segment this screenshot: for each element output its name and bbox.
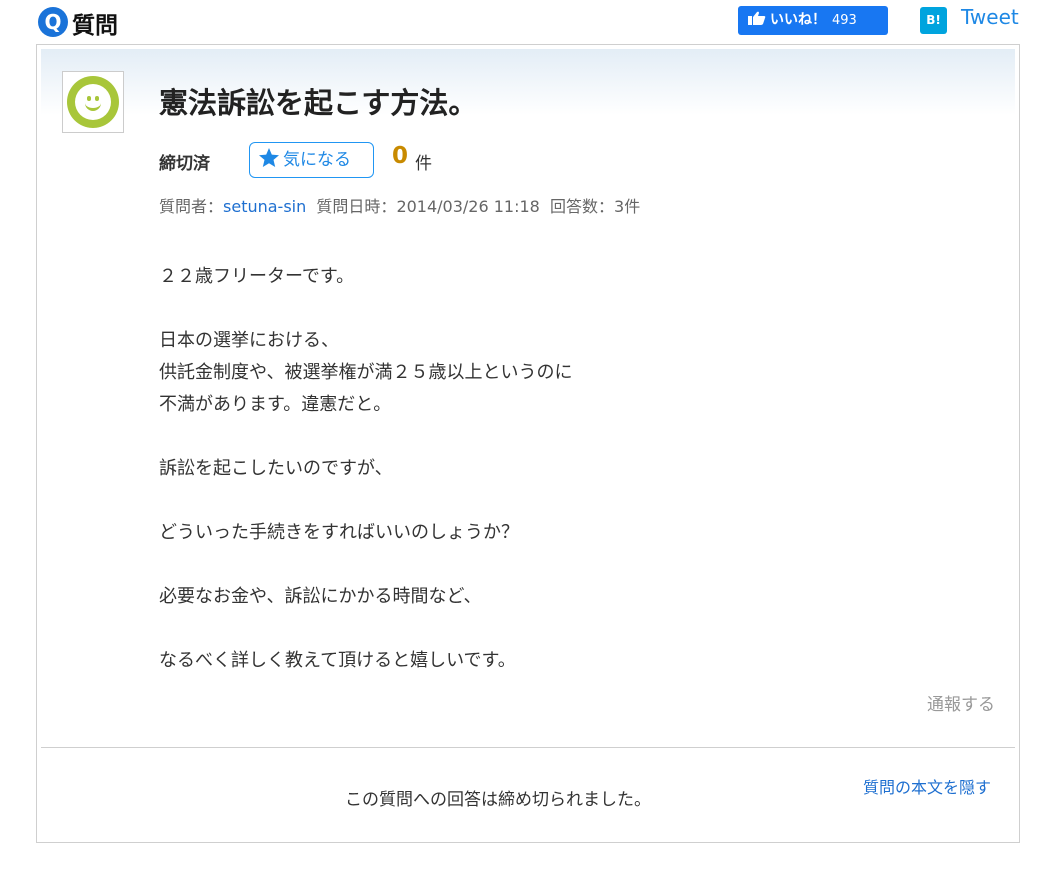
answers-label: 回答数： (550, 197, 615, 216)
watch-button[interactable]: 気になる (249, 142, 374, 178)
hide-body-link[interactable]: 質問の本文を隠す (863, 774, 991, 798)
question-body: ２２歳フリーターです。 日本の選挙における、 供託金制度や、被選挙権が満２５歳以… (159, 261, 999, 709)
date-label: 質問日時： (316, 197, 397, 216)
divider (41, 747, 1015, 748)
facebook-like-button[interactable]: いいね！ 493 (738, 6, 888, 35)
tweet-link[interactable]: Tweet (961, 5, 1019, 29)
body-line: ２２歳フリーターです。 (159, 266, 355, 287)
section-title: 質問 (72, 13, 118, 39)
body-paragraph: 日本の選挙における、 供託金制度や、被選挙権が満２５歳以上というのに 不満があり… (159, 325, 999, 421)
asker-link[interactable]: setuna-sin (223, 197, 306, 216)
question-date: 2014/03/26 11:18 (396, 197, 540, 216)
body-line: 必要なお金や、訴訟にかかる時間など、 (159, 586, 482, 607)
watch-label: 気になる (283, 150, 351, 170)
status-badge: 締切済 (159, 154, 210, 174)
smiley-icon (67, 76, 119, 128)
body-paragraph: ２２歳フリーターです。 (159, 261, 999, 293)
star-icon (259, 148, 279, 167)
body-paragraph: なるべく詳しく教えて頂けると嬉しいです。 (159, 645, 999, 677)
body-paragraph: 訴訟を起こしたいのですが、 (159, 453, 999, 485)
body-paragraph: どういった手続きをすればいいのしょうか？ (159, 517, 999, 549)
top-bar: Q 質問 いいね！ 493 B! Tweet (0, 0, 1055, 44)
thumbs-up-icon (748, 11, 766, 25)
asker-avatar[interactable] (62, 71, 124, 133)
report-link[interactable]: 通報する (927, 690, 995, 715)
like-label: いいね！ (770, 12, 826, 28)
question-q-icon: Q (38, 7, 68, 37)
answer-count: 3件 (614, 197, 641, 216)
watch-count: 0 (392, 143, 409, 169)
question-card: 憲法訴訟を起こす方法。 締切済 気になる 0 件 質問者：setuna-sin … (36, 44, 1020, 843)
like-count: 493 (832, 13, 857, 28)
body-line: 不満があります。違憲だと。 (159, 394, 392, 415)
asker-label: 質問者： (159, 197, 224, 216)
watch-unit: 件 (415, 154, 432, 174)
body-paragraph: 必要なお金や、訴訟にかかる時間など、 (159, 581, 999, 613)
body-line: 訴訟を起こしたいのですが、 (159, 458, 393, 479)
body-line: 供託金制度や、被選挙権が満２５歳以上というのに (159, 362, 573, 383)
question-title: 憲法訴訟を起こす方法。 (159, 86, 478, 120)
body-line: なるべく詳しく教えて頂けると嬉しいです。 (159, 650, 516, 671)
question-meta: 質問者：setuna-sin 質問日時：2014/03/26 11:18 回答数… (159, 193, 640, 217)
hatena-bookmark-icon[interactable]: B! (920, 7, 947, 34)
body-line: どういった手続きをすればいいのしょうか？ (159, 522, 519, 543)
closed-message: この質問への回答は締め切られました。 (345, 790, 651, 810)
body-line: 日本の選挙における、 (159, 330, 339, 351)
